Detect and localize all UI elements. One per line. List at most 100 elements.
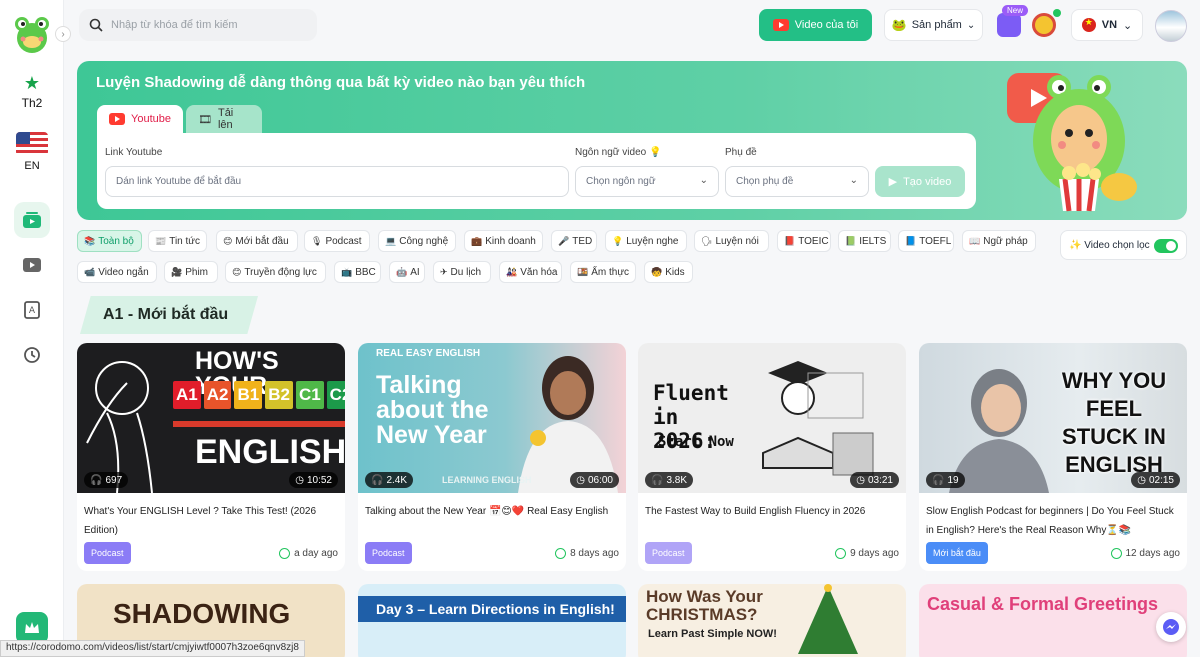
video-title[interactable]: What's Your ENGLISH Level ? Take This Te… [84,502,338,540]
film-icon: 🎞 [198,113,212,126]
video-list-icon [23,212,41,228]
category-bbc[interactable]: 📺 BBC [334,261,381,283]
category-label: Du lịch [450,266,482,278]
video-card[interactable]: REAL EASY ENGLISH Talking about the New … [358,343,626,571]
category-travel[interactable]: ✈ Du lịch [433,261,491,283]
category-toefl[interactable]: 📘 TOEFL [898,230,954,252]
category-short-videos[interactable]: 📹 Video ngắn [77,261,157,283]
category-speaking[interactable]: 🗣 Luyện nói [694,230,769,252]
category-ted[interactable]: 🎤 TED [551,230,597,252]
duration-value: 03:21 [867,474,893,486]
tab-upload[interactable]: 🎞 Tải lên [186,105,262,133]
culture-icon: 🎎 [506,266,518,277]
category-technology[interactable]: 💻 Công nghệ [378,230,456,252]
video-title[interactable]: Talking about the New Year 📅😊❤️ Real Eas… [365,502,619,521]
nav-video-list[interactable] [14,202,50,238]
christmas-tree-illustration [798,584,858,654]
create-video-button[interactable]: ▶ Tạo video [875,166,965,197]
category-label: AI [410,266,420,278]
collapse-sidebar-button[interactable]: › [55,26,71,42]
language-selector[interactable]: VN ⌄ [1071,9,1143,41]
video-language-label: Ngôn ngữ video 💡 [575,147,662,158]
avatar[interactable] [1155,10,1187,42]
streak-widget[interactable]: ★ Th2 [12,74,52,110]
category-business[interactable]: 💼 Kinh doanh [464,230,543,252]
learning-language[interactable]: EN [12,132,52,172]
subtitle-select[interactable]: Chọn phụ đề ⌄ [725,166,869,197]
notification-dot [1053,9,1061,17]
medal-icon[interactable] [1032,13,1056,37]
category-label: Luyện nói [715,235,759,247]
products-dropdown[interactable]: 🐸 Sản phẩm ⌄ [884,9,983,41]
category-food[interactable]: 🍱 Ẩm thực [570,261,636,283]
featured-videos-toggle[interactable]: ✨ Video chọn lọc [1060,230,1187,260]
video-card[interactable]: Casual & Formal Greetings [919,584,1187,657]
video-title[interactable]: Slow English Podcast for beginners | Do … [926,502,1180,540]
create-video-label: Tạo video [903,175,952,188]
video-card[interactable]: How Was Your CHRISTMAS? Learn Past Simpl… [638,584,906,657]
category-ielts[interactable]: 📗 IELTS [838,230,891,252]
video-language-select[interactable]: Chọn ngôn ngữ ⌄ [575,166,719,197]
video-thumbnail[interactable]: REAL EASY ENGLISH Talking about the New … [358,343,626,493]
category-motivation[interactable]: 😊 Truyền động lực [225,261,326,283]
robot-icon: 🤖 [396,266,408,277]
vn-flag-icon [1081,17,1096,32]
us-flag-icon [16,132,48,156]
video-date: 9 days ago [835,548,899,559]
youtube-link-placeholder: Dán link Youtube để bắt đầu [116,176,242,187]
search-input[interactable]: Nhập từ khóa để tìm kiếm [79,9,317,41]
category-label: IELTS [859,235,887,247]
category-podcast[interactable]: 🎙 Podcast [304,230,370,252]
thumb-text: Talking about the New Year [376,371,489,449]
video-tag[interactable]: Podcast [84,542,131,564]
video-tag[interactable]: Podcast [645,542,692,564]
category-listening[interactable]: 💡 Luyện nghe [605,230,687,252]
gift-icon[interactable] [997,13,1021,37]
category-label: Mới bắt đầu [235,235,289,247]
video-card[interactable]: Day 3 – Learn Directions in English! [358,584,626,657]
views-value: 697 [105,474,123,486]
category-grammar[interactable]: 📖 Ngữ pháp [962,230,1036,252]
category-label: Phim [185,266,209,278]
category-label: Kinh doanh [485,235,536,247]
duration: ◷ 06:00 [570,472,619,488]
category-kids[interactable]: 🧒 Kids [644,261,693,283]
youtube-link-input[interactable]: Dán link Youtube để bắt đầu [105,166,569,197]
category-movies[interactable]: 🎥 Phim [164,261,218,283]
category-ai[interactable]: 🤖 AI [389,261,425,283]
video-card[interactable]: Fluent in 2026: Start Now 🎧 3.8K ◷ 03:21 T… [638,343,906,571]
video-title[interactable]: The Fastest Way to Build English Fluency… [645,502,899,521]
category-all[interactable]: 📚 Toàn bộ [77,230,142,252]
search-icon [89,18,103,32]
video-thumbnail[interactable]: Fluent in 2026: Start Now 🎧 3.8K ◷ 03:21 [638,343,906,493]
category-beginner[interactable]: 😊 Mới bắt đầu [216,230,298,252]
speaking-head-icon: 🗣 [701,235,713,246]
category-news[interactable]: 📰 Tin tức [148,230,207,252]
video-tag[interactable]: Mới bắt đầu [926,542,988,564]
messenger-button[interactable] [1156,612,1186,642]
level-badge: B1 [234,381,263,409]
logo-frog-icon[interactable] [12,14,52,54]
smile-icon: 😊 [223,235,233,246]
category-label: Ngữ pháp [983,235,1028,247]
green-book-icon: 📗 [845,235,857,246]
duration: ◷ 03:21 [850,472,899,488]
headphones-icon: 🎧 [371,474,384,486]
video-tag[interactable]: Podcast [365,542,412,564]
my-videos-button[interactable]: Video của tôi [759,9,872,41]
nav-vocabulary[interactable]: A [14,292,50,328]
chevron-down-icon: ⌄ [966,19,976,31]
lightbulb-icon: 💡 [648,147,662,158]
nav-videos[interactable] [14,247,50,283]
video-card[interactable]: HOW'S YOUR A1 A2 B1 B2 C1 C2 ENGLISH? 🎧6… [77,343,345,571]
toggle-switch[interactable] [1154,239,1178,253]
nav-history[interactable] [14,337,50,373]
video-card[interactable]: WHY YOU FEEL STUCK IN ENGLISH 🎧 19 ◷ 02:15… [919,343,1187,571]
category-culture[interactable]: 🎎 Văn hóa [499,261,562,283]
category-toeic[interactable]: 📕 TOEIC [777,230,831,252]
clock-icon [279,548,291,559]
tab-youtube[interactable]: Youtube [97,105,183,133]
section-title: A1 - Mới bắt đầu [80,296,258,334]
video-thumbnail[interactable]: HOW'S YOUR A1 A2 B1 B2 C1 C2 ENGLISH? 🎧6… [77,343,345,493]
video-thumbnail[interactable]: WHY YOU FEEL STUCK IN ENGLISH 🎧 19 ◷ 02:15 [919,343,1187,493]
